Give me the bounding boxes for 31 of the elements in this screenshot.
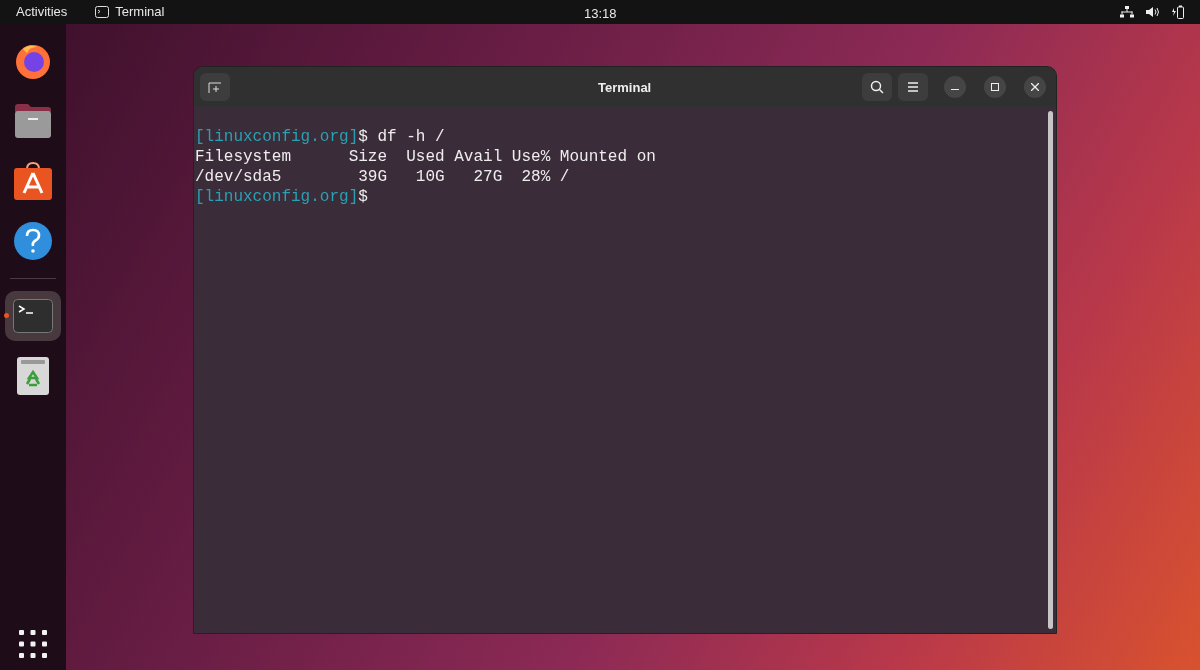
terminal-output: /dev/sda5 39G 10G 27G 28% / [195, 168, 570, 186]
activities-button[interactable]: Activities [16, 2, 68, 22]
search-button[interactable] [862, 73, 892, 101]
scrollbar[interactable] [1048, 111, 1053, 629]
battery-icon[interactable] [1172, 5, 1184, 19]
maximize-button[interactable] [984, 76, 1006, 98]
terminal-icon [13, 299, 53, 333]
clock[interactable]: 13:18 [584, 4, 617, 24]
terminal-icon [95, 6, 110, 18]
terminal-output: $ [358, 188, 368, 206]
volume-icon[interactable] [1146, 6, 1160, 18]
question-mark-icon [13, 221, 53, 261]
new-tab-button[interactable] [200, 73, 230, 101]
terminal-output: Filesystem Size Used Avail Use% Mounted on [195, 148, 656, 166]
shell-prompt: [linuxconfig.org] [195, 188, 359, 206]
new-tab-icon [208, 80, 222, 94]
network-icon[interactable] [1120, 6, 1134, 18]
shell-prompt: [linuxconfig.org] [195, 128, 359, 146]
terminal-output: $ df -h / [358, 128, 445, 146]
close-button[interactable] [1024, 76, 1046, 98]
app-menu-label[interactable]: Terminal [115, 2, 165, 22]
app-grid-icon[interactable] [19, 630, 47, 658]
maximize-icon [991, 83, 999, 91]
close-icon [1031, 83, 1039, 91]
folder-icon [13, 103, 53, 139]
window-title: Terminal [598, 79, 652, 97]
recycle-bin-icon [17, 357, 49, 395]
search-icon [870, 80, 884, 94]
menu-icon [907, 82, 919, 92]
menu-button[interactable] [898, 73, 928, 101]
shopping-bag-icon [13, 161, 53, 201]
